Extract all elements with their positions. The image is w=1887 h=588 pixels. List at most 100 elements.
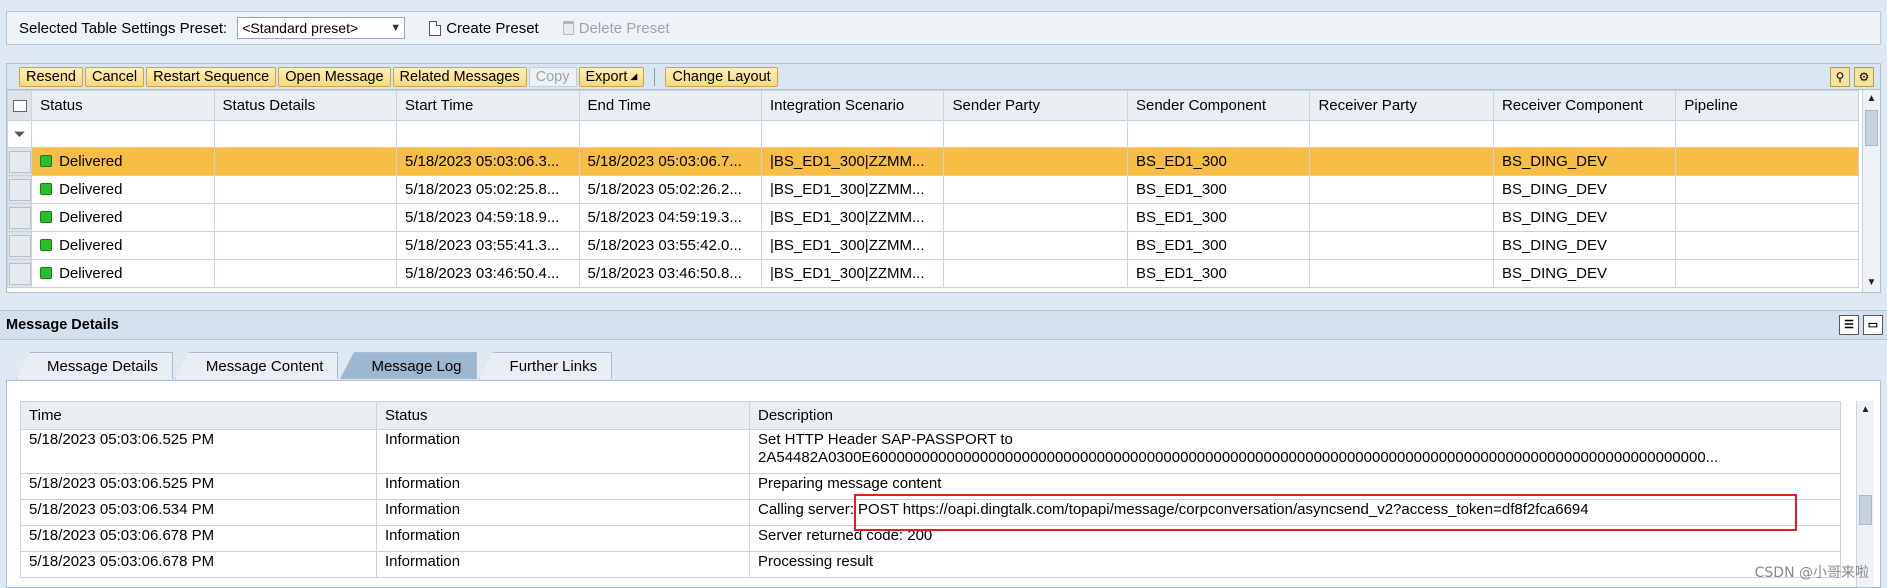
tab-message-content[interactable]: Message Content: [174, 352, 339, 379]
log-time-cell: 5/18/2023 05:03:06.525 PM: [20, 473, 377, 500]
table-row[interactable]: Delivered 5/18/2023 04:59:18.9... 5/18/2…: [6, 203, 1859, 232]
collapse-icon[interactable]: ▭: [1863, 315, 1883, 335]
log-col-time[interactable]: Time: [20, 401, 377, 430]
col-header-status[interactable]: Status: [31, 90, 215, 121]
filter-cell[interactable]: [396, 120, 580, 148]
table-row[interactable]: Delivered 5/18/2023 05:02:25.8... 5/18/2…: [6, 175, 1859, 204]
col-header-integration-scenario[interactable]: Integration Scenario: [760, 90, 945, 121]
filter-row: ⏷: [6, 120, 1859, 148]
col-header-status-details[interactable]: Status Details: [213, 90, 398, 121]
filter-cell[interactable]: [578, 120, 763, 148]
table-row[interactable]: Delivered 5/18/2023 05:03:06.3... 5/18/2…: [6, 147, 1859, 176]
col-header-receiver-component[interactable]: Receiver Component: [1492, 90, 1677, 121]
related-messages-button[interactable]: Related Messages: [392, 66, 527, 87]
filter-cell[interactable]: [943, 120, 1128, 148]
scroll-down-icon[interactable]: ▼: [1863, 274, 1880, 292]
log-description-line: 2A54482A0300E600000000000000000000000000…: [758, 449, 1719, 466]
export-button[interactable]: Export ◢: [578, 66, 645, 87]
preset-label: Selected Table Settings Preset:: [19, 19, 228, 37]
message-details-header: Message Details ☰ ▭: [0, 310, 1887, 340]
status-details-cell: [213, 231, 398, 260]
status-delivered-icon: [40, 267, 53, 279]
filter-cell[interactable]: [1309, 120, 1494, 148]
message-log-panel: Time Status Description 5/18/2023 05:03:…: [6, 380, 1881, 588]
col-header-receiver-party[interactable]: Receiver Party: [1309, 90, 1494, 121]
toolbar-separator: [654, 67, 656, 86]
col-header-pipeline[interactable]: Pipeline: [1675, 90, 1859, 121]
create-preset-button[interactable]: Create Preset: [429, 20, 539, 37]
trash-icon: [562, 21, 574, 35]
scroll-thumb[interactable]: [1865, 110, 1878, 146]
log-col-status[interactable]: Status: [376, 401, 750, 430]
filter-cell[interactable]: [760, 120, 945, 148]
pipeline-cell: [1675, 231, 1859, 260]
col-header-end-time[interactable]: End Time: [578, 90, 763, 121]
change-layout-button[interactable]: Change Layout: [665, 66, 778, 87]
start-time-cell: 5/18/2023 04:59:18.9...: [396, 203, 580, 232]
scroll-thumb[interactable]: [1859, 495, 1872, 525]
filter-cell[interactable]: [31, 120, 215, 148]
select-all-icon[interactable]: [6, 90, 33, 121]
start-time-cell: 5/18/2023 03:55:41.3...: [396, 231, 580, 260]
details-tabs: Message Details Message Content Message …: [16, 352, 613, 379]
row-selector[interactable]: [6, 175, 33, 204]
filter-cell[interactable]: [1126, 120, 1311, 148]
status-cell: Delivered: [31, 175, 215, 204]
scenario-cell: |BS_ED1_300|ZZMM...: [760, 259, 945, 288]
filter-cell[interactable]: [1492, 120, 1677, 148]
end-time-cell: 5/18/2023 04:59:19.3...: [578, 203, 763, 232]
scroll-up-icon[interactable]: ▲: [1857, 401, 1874, 419]
scenario-cell: |BS_ED1_300|ZZMM...: [760, 231, 945, 260]
receiver-component-cell: BS_DING_DEV: [1492, 175, 1677, 204]
log-col-description[interactable]: Description: [749, 401, 1841, 430]
resend-button[interactable]: Resend: [19, 66, 83, 87]
message-log-table: Time Status Description 5/18/2023 05:03:…: [20, 401, 1841, 578]
message-details-title: Message Details: [6, 317, 119, 333]
log-status-cell: Information: [376, 499, 750, 526]
row-selector[interactable]: [6, 203, 33, 232]
col-header-sender-party[interactable]: Sender Party: [943, 90, 1128, 121]
status-details-cell: [213, 203, 398, 232]
col-header-start-time[interactable]: Start Time: [396, 90, 580, 121]
settings-icon[interactable]: ⚙: [1854, 67, 1874, 87]
row-selector[interactable]: [6, 147, 33, 176]
filter-toggle-icon[interactable]: ⚲: [1830, 67, 1850, 87]
table-row[interactable]: Delivered 5/18/2023 03:55:41.3... 5/18/2…: [6, 231, 1859, 260]
sender-party-cell: [943, 147, 1128, 176]
log-row[interactable]: 5/18/2023 05:03:06.525 PM Information Se…: [20, 429, 1841, 474]
log-scrollbar[interactable]: ▲: [1856, 401, 1874, 587]
cancel-button[interactable]: Cancel: [84, 66, 145, 87]
scroll-up-icon[interactable]: ▲: [1863, 90, 1880, 108]
copy-button[interactable]: Copy: [528, 66, 577, 87]
tab-message-log[interactable]: Message Log: [340, 352, 477, 379]
scenario-cell: |BS_ED1_300|ZZMM...: [760, 175, 945, 204]
pipeline-cell: [1675, 175, 1859, 204]
row-selector[interactable]: [6, 231, 33, 260]
filter-cell[interactable]: [213, 120, 398, 148]
filter-cell[interactable]: [1675, 120, 1859, 148]
details-view-icon[interactable]: ☰: [1839, 315, 1859, 335]
sender-party-cell: [943, 231, 1128, 260]
log-description-cell: Processing result: [749, 551, 1841, 578]
pipeline-cell: [1675, 203, 1859, 232]
table-row[interactable]: Delivered 5/18/2023 03:46:50.4... 5/18/2…: [6, 259, 1859, 288]
chevron-down-icon: ▼: [390, 22, 402, 34]
log-status-cell: Information: [376, 551, 750, 578]
filter-icon[interactable]: ⏷: [6, 120, 33, 148]
col-header-sender-component[interactable]: Sender Component: [1126, 90, 1311, 121]
restart-sequence-button[interactable]: Restart Sequence: [146, 66, 277, 87]
sender-party-cell: [943, 203, 1128, 232]
log-row[interactable]: 5/18/2023 05:03:06.678 PM Information Pr…: [20, 551, 1841, 578]
sender-component-cell: BS_ED1_300: [1126, 203, 1311, 232]
tab-further-links[interactable]: Further Links: [478, 352, 613, 379]
receiver-party-cell: [1309, 147, 1494, 176]
messages-scrollbar[interactable]: ▲ ▼: [1862, 90, 1880, 292]
row-selector[interactable]: [6, 259, 33, 288]
open-message-button[interactable]: Open Message: [278, 66, 391, 87]
end-time-cell: 5/18/2023 03:46:50.8...: [578, 259, 763, 288]
preset-select[interactable]: <Standard preset> ▼: [237, 17, 406, 39]
pipeline-cell: [1675, 147, 1859, 176]
tab-message-details[interactable]: Message Details: [16, 352, 173, 379]
delete-preset-button[interactable]: Delete Preset: [562, 20, 670, 37]
messages-table: Status Status Details Start Time End Tim…: [6, 90, 1859, 288]
